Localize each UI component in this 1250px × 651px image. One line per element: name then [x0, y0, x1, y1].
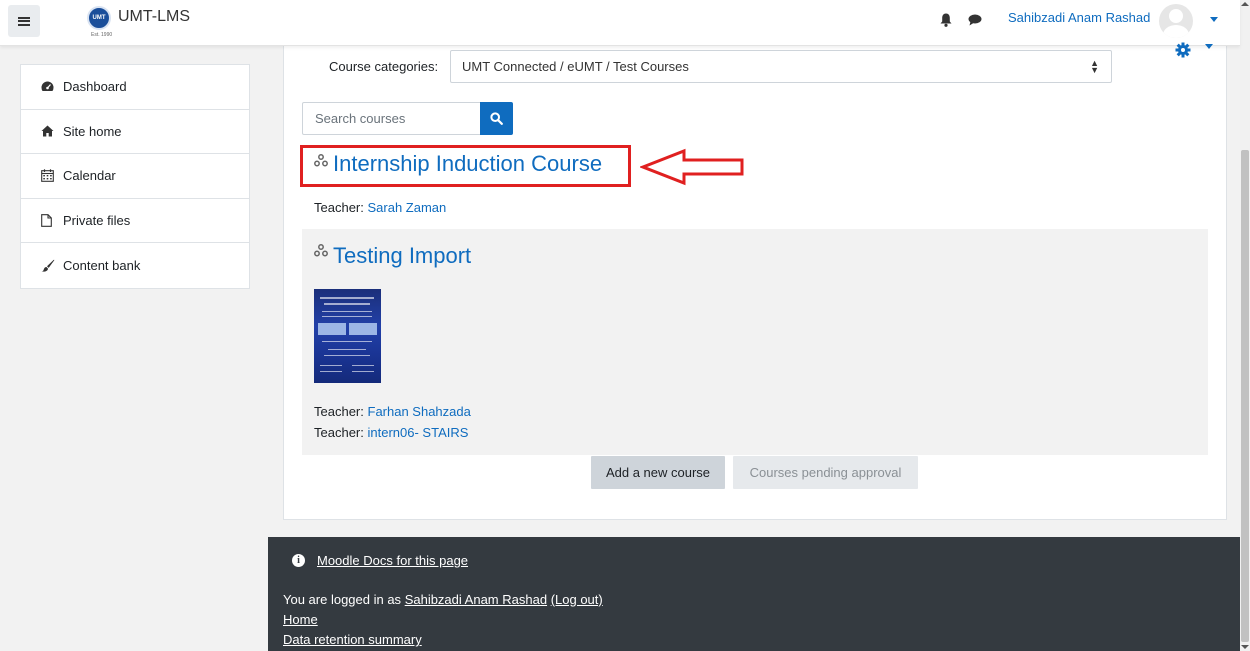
scroll-thumb[interactable] [1241, 150, 1249, 642]
course-categories-select[interactable]: UMT Connected / eUMT / Test Courses ▲ ▼ [450, 50, 1112, 83]
drawer-item-label: Calendar [63, 168, 116, 184]
course-categories-label: Course categories: [329, 59, 439, 74]
course-teacher: Teacher: Farhan Shahzada [314, 404, 471, 419]
user-avatar[interactable] [1159, 4, 1193, 38]
drawer-item-calendar[interactable]: Calendar [21, 154, 249, 199]
teacher-link[interactable]: Sarah Zaman [368, 200, 447, 215]
notification-bell-icon[interactable] [940, 13, 952, 27]
moodle-docs-row: i Moodle Docs for this page [292, 553, 468, 568]
page-footer: i Moodle Docs for this page You are logg… [268, 537, 1240, 651]
drawer-item-label: Private files [63, 212, 131, 228]
courses-pending-approval-button[interactable]: Courses pending approval [733, 456, 918, 489]
course-icon [314, 154, 328, 167]
course-title-link[interactable]: Testing Import [333, 243, 471, 269]
course-title-link[interactable]: Internship Induction Course [333, 151, 602, 177]
drawer-item-label: Content bank [63, 257, 141, 273]
add-new-course-button[interactable]: Add a new course [591, 456, 725, 489]
nav-drawer: Dashboard Site home Calendar Private fil… [20, 64, 250, 289]
home-icon [41, 125, 63, 137]
page-scrollbar[interactable] [1240, 0, 1250, 651]
drawer-item-private-files[interactable]: Private files [21, 199, 249, 243]
course-teacher: Teacher: intern06- STAIRS [314, 425, 469, 440]
course-icon [314, 244, 328, 257]
settings-caret-icon[interactable] [1205, 44, 1213, 49]
logout-link[interactable]: (Log out) [551, 592, 603, 607]
logo-subtitle: Est. 1990 [91, 32, 113, 38]
calendar-icon [41, 169, 63, 183]
scroll-up-icon[interactable] [1241, 2, 1249, 6]
select-arrows-icon: ▲ ▼ [1090, 58, 1099, 75]
hamburger-icon [18, 16, 30, 26]
teacher-link[interactable]: Farhan Shahzada [368, 404, 471, 419]
scroll-down-icon[interactable] [1241, 645, 1249, 649]
user-menu-caret-icon[interactable] [1210, 17, 1218, 22]
info-icon: i [292, 554, 305, 567]
arrow-annotation-icon [640, 148, 744, 186]
search-icon [490, 112, 503, 125]
settings-cog-icon[interactable] [1175, 42, 1195, 58]
paintbrush-icon [41, 259, 63, 272]
data-retention-link[interactable]: Data retention summary [283, 632, 422, 647]
footer-home-link[interactable]: Home [283, 612, 318, 627]
logged-user-link[interactable]: Sahibzadi Anam Rashad [405, 592, 547, 607]
messages-icon[interactable] [968, 14, 982, 26]
teacher-link[interactable]: intern06- STAIRS [368, 425, 469, 440]
top-navbar: UMT Est. 1990 UMT-LMS Sahibzadi Anam Ras… [0, 0, 1240, 46]
search-courses-input[interactable]: Search courses [302, 102, 481, 135]
course-teacher: Teacher: Sarah Zaman [314, 200, 447, 215]
course-image[interactable] [314, 289, 381, 383]
site-logo[interactable]: UMT [87, 6, 111, 30]
search-button[interactable] [480, 102, 513, 135]
menu-toggle-button[interactable] [8, 5, 40, 37]
drawer-item-label: Dashboard [63, 79, 127, 95]
moodle-docs-link[interactable]: Moodle Docs for this page [317, 553, 468, 568]
category-selected-value: UMT Connected / eUMT / Test Courses [462, 59, 689, 74]
drawer-item-site-home[interactable]: Site home [21, 110, 249, 154]
logged-in-info: You are logged in as Sahibzadi Anam Rash… [283, 592, 603, 607]
drawer-item-dashboard[interactable]: Dashboard [21, 65, 249, 110]
file-icon [41, 213, 63, 227]
user-menu-name[interactable]: Sahibzadi Anam Rashad [1008, 10, 1150, 25]
dashboard-icon [41, 81, 63, 93]
drawer-item-content-bank[interactable]: Content bank [21, 243, 249, 288]
drawer-item-label: Site home [63, 123, 122, 139]
site-name[interactable]: UMT-LMS [118, 8, 190, 26]
